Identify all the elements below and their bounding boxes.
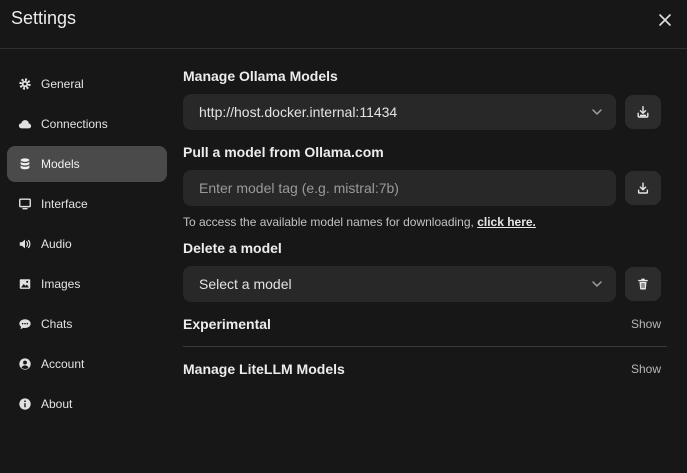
sidebar-item-connections[interactable]: Connections (7, 106, 167, 142)
image-icon (18, 277, 32, 291)
settings-sidebar: General Connections Models Interface Aud… (7, 66, 167, 426)
experimental-label: Experimental (183, 316, 271, 332)
sidebar-item-label: Interface (41, 197, 88, 211)
pull-model-label: Pull a model from Ollama.com (183, 144, 384, 160)
update-models-button[interactable] (625, 95, 661, 129)
download-icon (637, 182, 649, 194)
chat-icon (18, 317, 32, 331)
info-icon (18, 397, 32, 411)
sidebar-item-models[interactable]: Models (7, 146, 167, 182)
cloud-icon (18, 117, 32, 131)
delete-model-button[interactable] (625, 267, 661, 301)
sidebar-item-label: Account (41, 357, 85, 371)
litellm-show-toggle[interactable]: Show (631, 362, 661, 376)
click-here-link[interactable]: click here. (477, 215, 536, 229)
pull-model-button[interactable] (625, 171, 661, 205)
sidebar-item-chats[interactable]: Chats (7, 306, 167, 342)
manage-ollama-label: Manage Ollama Models (183, 68, 338, 84)
model-names-hint: To access the available model names for … (183, 215, 536, 229)
chevron-down-icon (592, 109, 602, 115)
monitor-icon (18, 197, 32, 211)
gear-icon (18, 77, 32, 91)
download-tray-icon (637, 106, 649, 118)
sidebar-item-images[interactable]: Images (7, 266, 167, 302)
ollama-url-value: http://host.docker.internal:11434 (199, 104, 398, 120)
experimental-show-toggle[interactable]: Show (631, 317, 661, 331)
section-divider (183, 346, 667, 347)
sidebar-item-label: Models (41, 157, 80, 171)
modal-header: Settings (0, 0, 687, 49)
close-icon (659, 14, 671, 26)
sidebar-item-label: Connections (41, 117, 108, 131)
delete-model-select[interactable]: Select a model (183, 266, 616, 302)
user-circle-icon (18, 357, 32, 371)
model-tag-input[interactable]: Enter model tag (e.g. mistral:7b) (183, 170, 616, 206)
trash-icon (638, 278, 648, 290)
sidebar-item-label: Audio (41, 237, 72, 251)
litellm-label: Manage LiteLLM Models (183, 361, 345, 377)
sidebar-item-general[interactable]: General (7, 66, 167, 102)
sidebar-item-about[interactable]: About (7, 386, 167, 422)
sidebar-item-label: Chats (41, 317, 73, 331)
sidebar-item-account[interactable]: Account (7, 346, 167, 382)
modal-title: Settings (11, 8, 77, 28)
close-button[interactable] (655, 10, 675, 30)
sidebar-item-label: General (41, 77, 84, 91)
sidebar-item-label: Images (41, 277, 81, 291)
sidebar-item-audio[interactable]: Audio (7, 226, 167, 262)
database-icon (18, 157, 32, 171)
sidebar-item-interface[interactable]: Interface (7, 186, 167, 222)
chevron-down-icon (592, 281, 602, 287)
settings-modal: Settings General Connections Models Inte… (0, 0, 687, 473)
hint-text: To access the available model names for … (183, 215, 474, 229)
sidebar-item-label: About (41, 397, 73, 411)
delete-model-value: Select a model (199, 276, 292, 292)
model-tag-placeholder: Enter model tag (e.g. mistral:7b) (199, 180, 399, 196)
ollama-url-select[interactable]: http://host.docker.internal:11434 (183, 94, 616, 130)
speaker-icon (18, 237, 32, 251)
delete-model-label: Delete a model (183, 240, 282, 256)
